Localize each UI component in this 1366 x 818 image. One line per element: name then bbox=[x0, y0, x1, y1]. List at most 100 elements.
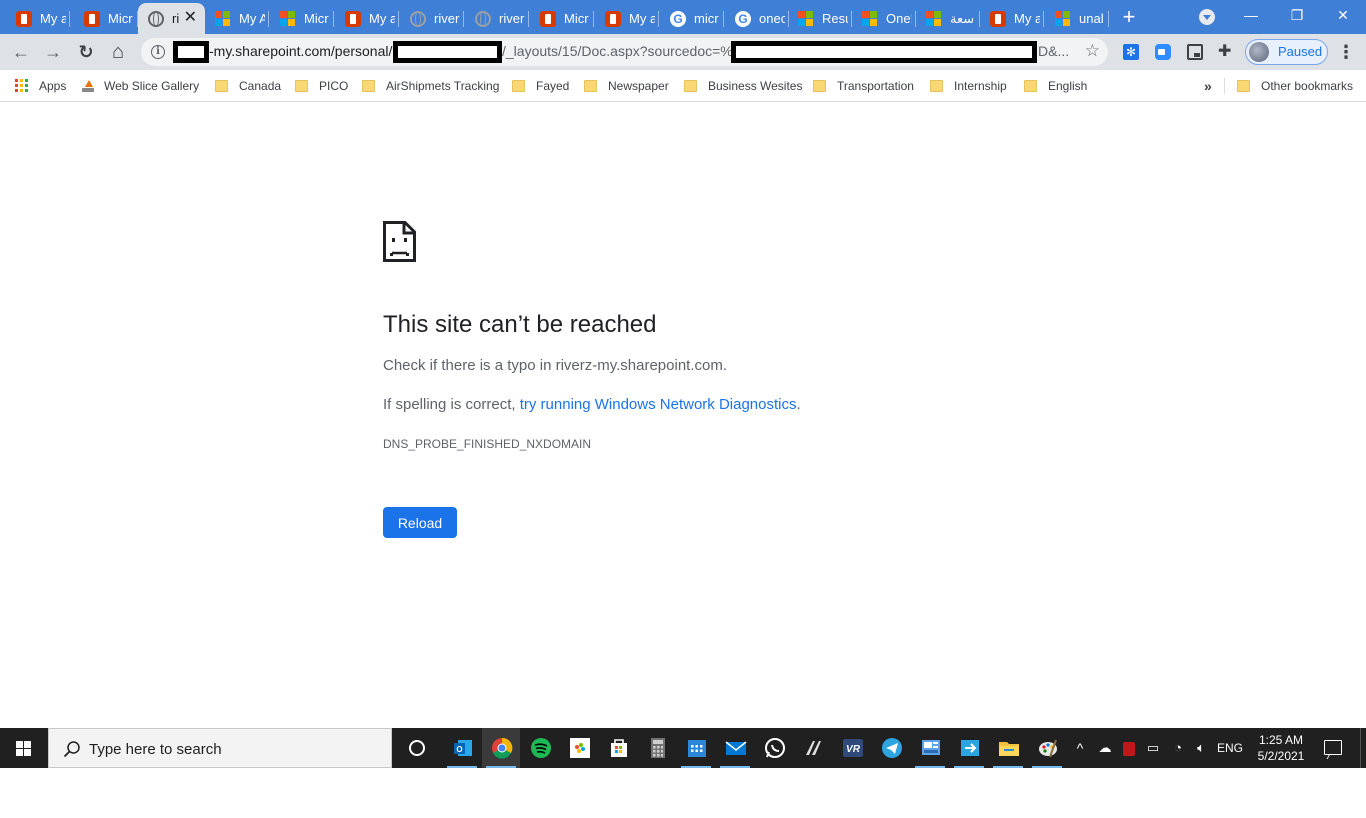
picture-in-picture-icon[interactable] bbox=[1187, 44, 1203, 60]
reload-button[interactable]: Reload bbox=[383, 507, 457, 538]
bookmark-item[interactable]: PICO bbox=[295, 76, 348, 96]
taskbar-app-whatsapp[interactable] bbox=[755, 728, 793, 768]
tab-separator bbox=[69, 11, 70, 27]
tab-separator bbox=[1043, 11, 1044, 27]
tray-chevron-icon[interactable]: ^ bbox=[1071, 728, 1089, 768]
browser-tab[interactable]: My a bbox=[6, 3, 70, 34]
browser-tab[interactable]: My a bbox=[595, 3, 659, 34]
browser-tab[interactable]: unal bbox=[1045, 3, 1109, 34]
taskbar-app-chrome[interactable] bbox=[482, 728, 520, 768]
taskbar-app-file-explorer[interactable] bbox=[989, 728, 1027, 768]
browser-tab[interactable]: My a bbox=[335, 3, 399, 34]
bookmark-apps[interactable]: Apps bbox=[15, 76, 66, 96]
network-diagnostics-link[interactable]: try running Windows Network Diagnostics bbox=[520, 396, 797, 413]
tab-search-icon[interactable] bbox=[1199, 9, 1215, 25]
taskbar-clock[interactable]: 1:25 AM 5/2/2021 bbox=[1250, 732, 1312, 764]
browser-tab[interactable]: My A bbox=[205, 3, 269, 34]
chrome-menu-icon[interactable]: ⋮ bbox=[1337, 42, 1355, 62]
browser-tab[interactable]: ri ✕ bbox=[138, 3, 205, 34]
paint-icon bbox=[1039, 739, 1057, 758]
taskbar-app-outlook[interactable]: O bbox=[443, 728, 481, 768]
browser-tab[interactable]: river bbox=[400, 3, 464, 34]
bookmark-item[interactable]: English bbox=[1024, 76, 1087, 96]
bookmark-item[interactable]: Internship bbox=[930, 76, 1007, 96]
browser-tab[interactable]: Resu bbox=[788, 3, 852, 34]
taskbar-app-telegram[interactable] bbox=[872, 728, 910, 768]
battery-icon[interactable]: ▭ bbox=[1143, 728, 1163, 768]
browser-tab[interactable]: One! bbox=[852, 3, 916, 34]
cortana-icon bbox=[409, 740, 425, 756]
profile-status-label: Paused bbox=[1278, 44, 1323, 59]
taskbar-app-cortana[interactable] bbox=[397, 728, 435, 768]
tab-strip: My a Micr ri ✕ My A Micr My a river river Micr My … bbox=[0, 0, 1366, 34]
running-indicator bbox=[681, 766, 711, 768]
taskbar-app-paint[interactable] bbox=[1028, 728, 1066, 768]
apps-grid-icon bbox=[15, 79, 29, 93]
browser-tab[interactable]: onec bbox=[725, 3, 789, 34]
browser-tab[interactable]: My a bbox=[980, 3, 1044, 34]
tab-title: My a bbox=[40, 11, 66, 26]
close-tab-icon[interactable]: ✕ bbox=[184, 10, 197, 26]
taskbar-app-store[interactable] bbox=[599, 728, 637, 768]
more-bookmarks-chevron-icon[interactable]: » bbox=[1204, 78, 1212, 94]
info-icon[interactable]: i bbox=[151, 45, 165, 59]
taskbar-app-calendar[interactable] bbox=[677, 728, 715, 768]
onedrive-icon[interactable]: ☁ bbox=[1095, 728, 1115, 768]
browser-tab[interactable]: river bbox=[465, 3, 529, 34]
taskbar-app-vr[interactable]: VR bbox=[833, 728, 871, 768]
snip-icon bbox=[961, 740, 979, 756]
bookmarks-bar: Apps Web Slice Gallery Canada PICO AirShipm… bbox=[0, 70, 1366, 102]
browser-tab[interactable]: Micr bbox=[74, 3, 138, 34]
taskbar-app-nitro[interactable] bbox=[794, 728, 832, 768]
bookmark-label: Transportation bbox=[837, 79, 914, 93]
language-indicator[interactable]: ENG bbox=[1214, 728, 1246, 768]
tab-title: ri bbox=[172, 11, 180, 26]
snowflake-extension-icon[interactable]: ✻ bbox=[1123, 44, 1139, 60]
volume-icon[interactable]: 🔈︎ bbox=[1190, 728, 1212, 768]
office-icon bbox=[16, 10, 32, 27]
new-tab-button[interactable]: + bbox=[1118, 6, 1140, 29]
browser-tab[interactable]: micr bbox=[660, 3, 724, 34]
taskbar-app-photos[interactable] bbox=[560, 728, 598, 768]
bookmark-star-icon[interactable]: ☆ bbox=[1085, 41, 1100, 61]
minimize-button[interactable]: — bbox=[1228, 0, 1274, 32]
mcafee-icon[interactable] bbox=[1119, 728, 1139, 768]
folder-icon bbox=[1024, 80, 1037, 92]
extensions-puzzle-icon[interactable]: ✚ bbox=[1218, 44, 1234, 60]
taskbar-app-calculator[interactable] bbox=[638, 728, 676, 768]
bookmark-item[interactable]: Fayed bbox=[512, 76, 569, 96]
taskbar-app-snip[interactable] bbox=[950, 728, 988, 768]
bookmark-item[interactable]: Transportation bbox=[813, 76, 914, 96]
home-icon[interactable]: ⌂ bbox=[107, 41, 129, 63]
start-button[interactable] bbox=[0, 728, 48, 768]
notification-center-icon[interactable] bbox=[1324, 740, 1342, 755]
bookmark-other-bookmarks[interactable]: Other bookmarks bbox=[1237, 76, 1353, 96]
error-code: DNS_PROBE_FINISHED_NXDOMAIN bbox=[383, 437, 592, 451]
bookmark-item[interactable]: Newspaper bbox=[584, 76, 669, 96]
taskbar-app-spotify[interactable] bbox=[521, 728, 559, 768]
folder-icon bbox=[295, 80, 308, 92]
taskbar-search-box[interactable]: Type here to search bbox=[48, 728, 392, 768]
back-button[interactable]: ← bbox=[10, 41, 32, 63]
browser-tab[interactable]: Micr bbox=[270, 3, 334, 34]
calculator-icon bbox=[651, 738, 665, 758]
show-desktop-button[interactable] bbox=[1360, 728, 1366, 768]
profile-button[interactable]: Paused bbox=[1245, 39, 1328, 65]
taskbar-app-mail[interactable] bbox=[716, 728, 754, 768]
zoom-extension-icon[interactable] bbox=[1155, 44, 1171, 60]
bookmark-item[interactable]: Canada bbox=[215, 76, 281, 96]
browser-tab[interactable]: سعة bbox=[916, 3, 980, 34]
error-suggestion-diagnostics: If spelling is correct, try running Wind… bbox=[383, 396, 801, 413]
bookmark-divider bbox=[1224, 78, 1225, 94]
restore-button[interactable]: ❐ bbox=[1274, 0, 1320, 32]
address-bar[interactable]: i -my.sharepoint.com/personal/ /_layouts… bbox=[141, 38, 1108, 66]
bookmark-item[interactable]: AirShipmets Tracking bbox=[362, 76, 499, 96]
reload-icon[interactable]: ↻ bbox=[75, 41, 97, 63]
close-window-button[interactable]: ✕ bbox=[1320, 0, 1366, 32]
bookmark-item[interactable]: Business Wesites bbox=[684, 76, 802, 96]
bookmark-item[interactable]: Web Slice Gallery bbox=[82, 76, 199, 96]
forward-button[interactable]: → bbox=[42, 41, 64, 63]
wifi-icon[interactable]: ◔ bbox=[1167, 728, 1189, 768]
taskbar-app-control-panel[interactable] bbox=[911, 728, 949, 768]
browser-tab[interactable]: Micr bbox=[530, 3, 594, 34]
